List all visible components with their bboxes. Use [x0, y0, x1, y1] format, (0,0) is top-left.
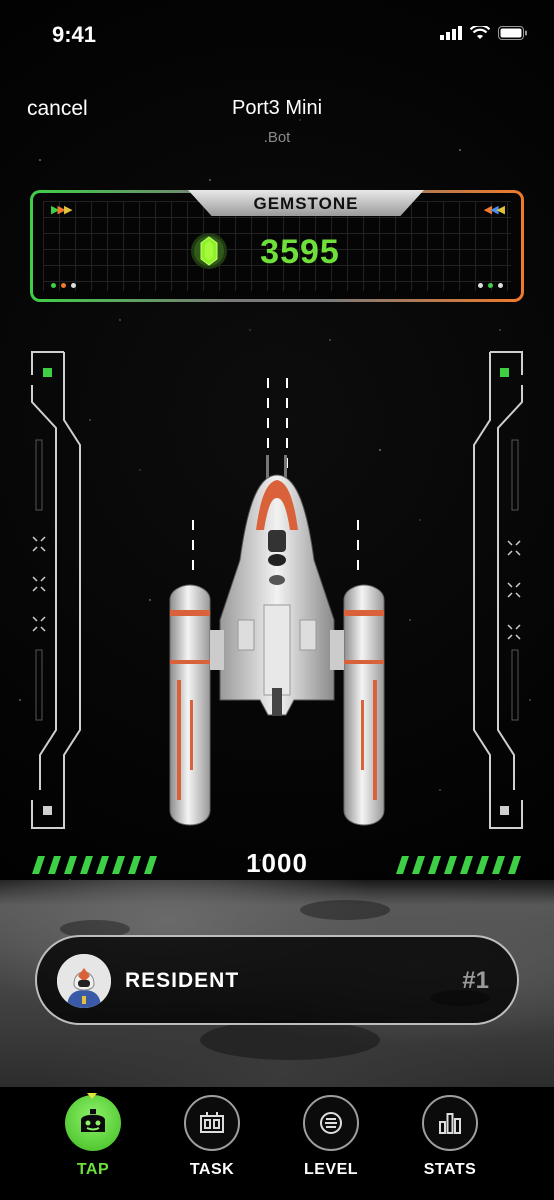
avatar: [57, 954, 111, 1008]
dots-left: [51, 283, 76, 288]
gemstone-panel: GEMSTONE ▶▶▶ ◀◀◀ 3595: [30, 190, 524, 302]
nav-task-label: TASK: [189, 1161, 235, 1178]
gemstone-label: GEMSTONE: [253, 194, 359, 213]
gemstone-value: 3595: [260, 233, 340, 271]
wifi-icon: [470, 26, 490, 39]
nav-task[interactable]: TASK: [162, 1095, 262, 1179]
stripes-right-icon: [396, 856, 521, 874]
bottom-nav: TAP TASK LEVEL STATS: [0, 1087, 554, 1200]
cellular-signal-icon: [440, 26, 462, 40]
nav-stats-label: STATS: [423, 1161, 477, 1178]
dots-right: [478, 283, 503, 288]
app-subtitle: .Bot: [263, 129, 291, 146]
arrows-right-icon: ◀◀◀: [483, 204, 506, 216]
nav-stats[interactable]: STATS: [400, 1095, 500, 1179]
stats-icon: [422, 1095, 478, 1151]
arrows-left-icon: ▶▶▶: [51, 204, 73, 216]
status-bar: 9:41: [0, 0, 554, 70]
nav-tap[interactable]: TAP: [43, 1095, 143, 1179]
task-icon: [184, 1095, 240, 1151]
nav-level-label: LEVEL: [303, 1161, 359, 1178]
battery-icon: [498, 26, 527, 40]
status-icons: [440, 26, 528, 40]
nav-level[interactable]: LEVEL: [281, 1095, 381, 1179]
resident-rank: #1: [462, 967, 489, 994]
resident-card[interactable]: RESIDENT #1: [35, 935, 519, 1025]
astronaut-avatar: [57, 954, 111, 1008]
tap-icon: [65, 1095, 121, 1151]
active-tab-indicator: [87, 1093, 97, 1099]
spaceship[interactable]: [160, 370, 394, 830]
status-time: 9:41: [52, 22, 97, 47]
app-title: Port3 Mini: [231, 97, 323, 119]
nav-tap-label: TAP: [76, 1161, 110, 1178]
resident-label: RESIDENT: [125, 969, 240, 992]
level-icon: [303, 1095, 359, 1151]
